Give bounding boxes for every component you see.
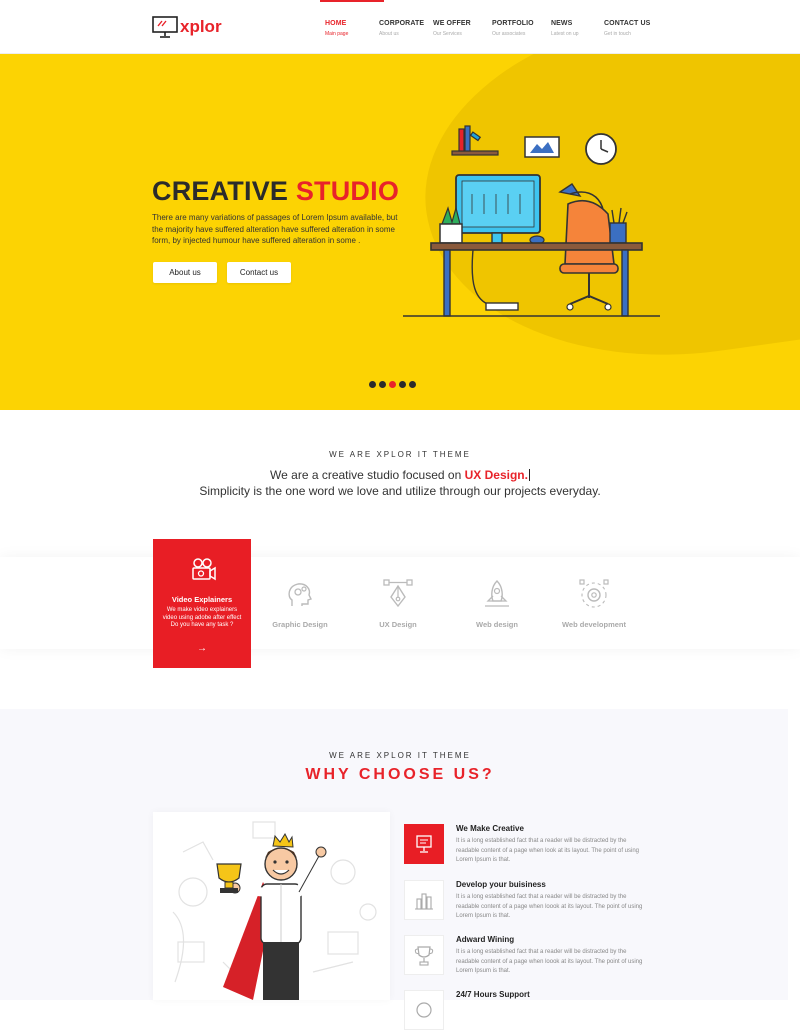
nav-sub: Latest on up [551,31,579,37]
feature-title: We Make Creative [456,824,524,833]
arrow-right-icon[interactable]: → [153,643,251,654]
nav-label: CORPORATE [379,20,425,27]
feature-title: Develop your buisiness [456,880,546,889]
nav-label: PORTFOLIO [492,20,534,27]
main-nav: HOME Main page CORPORATE About us WE OFF… [318,0,664,54]
monitor-icon [416,835,432,853]
pen-tool-icon [383,579,413,608]
gear-nodes-icon [579,579,609,608]
feature-icon-box [404,990,444,1030]
nav-portfolio[interactable]: PORTFOLIO Our associates [492,0,551,54]
hero-description: There are many variations of passages of… [152,213,398,245]
nav-contact-us[interactable]: CONTACT US Get in touch [604,0,664,54]
contact-us-button[interactable]: Contact us [227,262,291,283]
nav-label: CONTACT US [604,20,651,27]
slider-dots [369,381,416,388]
workspace-illustration [403,125,660,317]
nav-sub: Main page [325,31,349,37]
head-gears-icon [288,583,312,606]
hero-title: CREATIVE STUDIO [152,176,399,207]
nav-sub: Our associates [492,31,526,37]
winner-illustration [172,821,377,1000]
hero-slider: CREATIVE STUDIO There are many variation… [0,54,800,410]
service-card-desc-line: video using adobe after effect [162,614,242,621]
nav-sub: Get in touch [604,31,631,37]
feature-desc: It is a long established fact that a rea… [456,894,643,920]
typing-caret [528,469,530,481]
nav-sub: About us [379,31,399,37]
about-highlight: UX Design. [464,468,528,482]
feature-icon-box [404,824,444,864]
hero-title-b: STUDIO [295,176,400,206]
service-card-desc: We make video explainers video using ado… [159,607,245,630]
service-card-desc-line: We make video explainers [166,607,238,613]
logo[interactable]: xplor [152,14,222,40]
about-us-button[interactable]: About us [153,262,217,283]
slider-dot[interactable] [399,381,406,388]
about-kicker: WE ARE XPLOR IT THEME [329,450,471,459]
nav-label: NEWS [551,20,573,27]
service-label: UX Design [379,620,417,629]
feature-icon-box [404,880,444,920]
nav-label: HOME [325,20,347,27]
nav-we-offer[interactable]: WE OFFER Our Services [433,0,492,54]
nav-label: WE OFFER [433,20,471,27]
feature-title: 24/7 Hours Support [456,990,530,999]
bar-chart-icon [415,893,433,910]
logo-text: xplor [180,17,222,36]
video-camera-icon [192,558,216,581]
rocket-icon [485,580,509,607]
slider-dot[interactable] [379,381,386,388]
service-ux-design[interactable]: UX Design [358,578,438,629]
hero-title-a: CREATIVE [152,176,289,206]
support-icon [416,1002,432,1018]
why-illustration [153,812,390,1000]
service-web-design[interactable]: Web design [457,578,537,629]
service-graphic-design[interactable]: Graphic Design [260,578,340,629]
feature-desc: It is a long established fact that a rea… [456,949,643,975]
service-web-development[interactable]: Web development [554,578,634,629]
service-label: Web design [476,620,518,629]
trophy-icon [414,946,434,966]
slider-dot[interactable] [409,381,416,388]
nav-corporate[interactable]: CORPORATE About us [379,0,433,54]
service-card-desc-line: Do you have any task ? [170,622,234,628]
about-subline: Simplicity is the one word we love and u… [199,484,601,498]
nav-home[interactable]: HOME Main page [320,0,384,54]
why-kicker: WE ARE XPLOR IT THEME [329,751,471,760]
service-label: Web development [561,620,627,629]
service-card-title: Video Explainers [171,595,233,604]
feature-desc: It is a long established fact that a rea… [456,838,640,864]
feature-title: Adward Wining [456,935,515,944]
site-header: xplor HOME Main page CORPORATE About us … [0,0,800,54]
monitor-logo-icon [152,16,178,38]
about-tagline: We are a creative studio focused on UX D… [0,468,800,482]
why-title: WHY CHOOSE US? [305,766,495,783]
slider-dot-active[interactable] [389,381,396,388]
nav-news[interactable]: NEWS Latest on up [551,0,604,54]
about-tagline-text: We are a creative studio focused on [270,468,465,482]
service-label: Graphic Design [272,620,328,629]
service-card-video-explainers[interactable]: Video Explainers We make video explainer… [153,539,251,668]
feature-icon-box [404,935,444,975]
nav-sub: Our Services [433,31,462,37]
slider-dot[interactable] [369,381,376,388]
